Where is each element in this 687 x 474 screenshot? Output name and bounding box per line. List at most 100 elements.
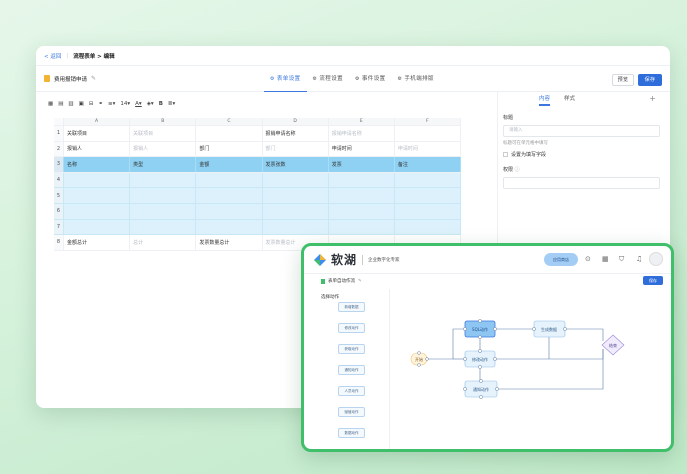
tab-flow-settings[interactable]: ⚙ 流程设置 <box>307 66 350 92</box>
table-cell[interactable] <box>395 203 462 219</box>
table-cell[interactable]: 报销申请名称 <box>329 126 395 141</box>
column-header[interactable]: B <box>130 118 197 125</box>
row-number[interactable]: 5 <box>54 188 64 203</box>
table-cell[interactable]: 发票张数 <box>263 157 329 172</box>
table-cell[interactable]: 备注 <box>395 157 462 172</box>
table-cell[interactable]: 报销人 <box>130 141 197 157</box>
link-icon[interactable]: ⚭ <box>98 101 103 107</box>
insert-column-icon[interactable]: ▥ <box>68 101 73 107</box>
more-format-icon[interactable]: ≣▾ <box>168 101 175 107</box>
action-item-assign[interactable]: 赋值动作 <box>338 407 365 417</box>
row-number[interactable]: 1 <box>54 126 64 141</box>
table-cell[interactable] <box>329 188 395 203</box>
table-cell[interactable] <box>64 203 131 219</box>
pencil-icon[interactable]: ✎ <box>358 279 362 284</box>
node-notify[interactable]: 通知动作 <box>464 380 498 398</box>
table-cell[interactable] <box>329 219 395 235</box>
align-dropdown-icon[interactable]: ≡▾ <box>108 101 115 107</box>
column-header[interactable]: A <box>64 118 131 125</box>
save-button[interactable]: 保存 <box>638 74 662 86</box>
insert-row-icon[interactable]: ▤ <box>58 101 63 107</box>
font-size-select[interactable]: 14▾ <box>120 101 130 107</box>
table-cell[interactable]: 申请时间 <box>329 141 395 157</box>
table-cell[interactable] <box>196 203 263 219</box>
table-cell[interactable] <box>130 172 197 188</box>
table-cell[interactable] <box>196 219 263 235</box>
help-icon[interactable]: ⊙ <box>585 255 591 263</box>
permission-select[interactable] <box>503 177 660 189</box>
fill-field-checkbox[interactable]: 设置为填写字段 <box>503 151 670 158</box>
corner-cell[interactable] <box>54 118 64 125</box>
column-header[interactable]: E <box>329 118 395 125</box>
action-item-modify[interactable]: 修改动作 <box>338 323 365 333</box>
tab-event-settings[interactable]: ⚙ 事件设置 <box>349 66 392 92</box>
table-cell[interactable] <box>395 172 462 188</box>
bell-icon[interactable]: ♫ <box>636 255 642 263</box>
panel-tab-content[interactable]: 内容 <box>532 92 557 106</box>
node-modify[interactable]: 修改动作 <box>464 350 496 368</box>
column-header[interactable]: C <box>196 118 263 125</box>
table-cell[interactable]: 类型 <box>130 157 197 172</box>
table-cell[interactable]: 金额总计 <box>64 235 131 250</box>
table-cell[interactable] <box>395 219 462 235</box>
grid-icon[interactable]: ▦ <box>602 255 609 263</box>
table-cell[interactable] <box>263 188 329 203</box>
avatar[interactable] <box>649 252 663 266</box>
merge-cells-icon[interactable]: ⊟ <box>89 101 94 107</box>
table-icon[interactable]: ▦ <box>48 101 53 107</box>
table-cell[interactable] <box>64 172 131 188</box>
table-cell[interactable]: 部门 <box>196 141 263 157</box>
pencil-icon[interactable]: ✎ <box>91 75 96 82</box>
preview-button[interactable]: 预览 <box>612 74 634 86</box>
table-cell[interactable] <box>263 172 329 188</box>
tab-form-settings[interactable]: ⚙ 表单设置 <box>264 66 307 92</box>
action-item-notify[interactable]: 通知动作 <box>338 365 365 375</box>
tab-mobile-layout[interactable]: ⚙ 手机端排版 <box>392 66 440 92</box>
column-header[interactable]: D <box>263 118 329 125</box>
table-cell[interactable]: 关联项目 <box>130 126 197 141</box>
font-color-icon[interactable]: A▾ <box>135 101 142 107</box>
node-sql[interactable]: SQL动作 <box>464 320 496 338</box>
table-cell[interactable] <box>395 188 462 203</box>
title-input[interactable]: 请输入 <box>503 125 660 137</box>
table-cell[interactable] <box>64 188 131 203</box>
grid-icon[interactable]: ▣ <box>79 101 84 107</box>
bold-icon[interactable]: B <box>159 101 163 107</box>
node-generate[interactable]: 生成数据 <box>533 320 566 338</box>
table-cell[interactable] <box>64 219 131 235</box>
table-cell[interactable]: 申请时间 <box>395 141 462 157</box>
row-number[interactable]: 3 <box>54 157 64 172</box>
table-cell[interactable]: 部门 <box>263 141 329 157</box>
action-item-fetch[interactable]: 获取动作 <box>338 344 365 354</box>
table-cell[interactable]: 报销申请名称 <box>263 126 329 141</box>
back-link[interactable]: < 返回 <box>44 52 61 60</box>
table-cell[interactable] <box>196 188 263 203</box>
row-number[interactable]: 6 <box>54 203 64 219</box>
table-cell[interactable] <box>130 203 197 219</box>
shield-icon[interactable]: ⛉ <box>619 255 624 264</box>
action-item-data[interactable]: 数据动作 <box>338 428 365 438</box>
table-cell[interactable]: 发票 <box>329 157 395 172</box>
action-item-add-data[interactable]: 新增数据 <box>338 302 365 312</box>
table-cell[interactable] <box>329 172 395 188</box>
table-cell[interactable]: 关联项目 <box>64 126 131 141</box>
action-item-person[interactable]: 人员动作 <box>338 386 365 396</box>
row-number[interactable]: 7 <box>54 219 64 235</box>
node-end[interactable]: 结束 <box>601 334 625 356</box>
panel-tab-style[interactable]: 样式 <box>557 92 582 106</box>
table-cell[interactable] <box>263 203 329 219</box>
flow-save-button[interactable]: 保存 <box>643 276 663 285</box>
table-cell[interactable] <box>395 126 462 141</box>
table-cell[interactable] <box>130 188 197 203</box>
node-start[interactable]: 开始 <box>410 352 428 366</box>
plus-icon[interactable]: + <box>649 92 656 106</box>
help-icon[interactable]: ⓘ <box>515 167 520 173</box>
row-number[interactable]: 2 <box>54 141 64 157</box>
table-cell[interactable] <box>196 126 263 141</box>
table-cell[interactable]: 名称 <box>64 157 131 172</box>
row-number[interactable]: 8 <box>54 235 64 250</box>
fill-color-icon[interactable]: ◈▾ <box>147 101 154 107</box>
table-cell[interactable]: 金额 <box>196 157 263 172</box>
table-cell[interactable] <box>263 219 329 235</box>
table-cell[interactable] <box>329 203 395 219</box>
